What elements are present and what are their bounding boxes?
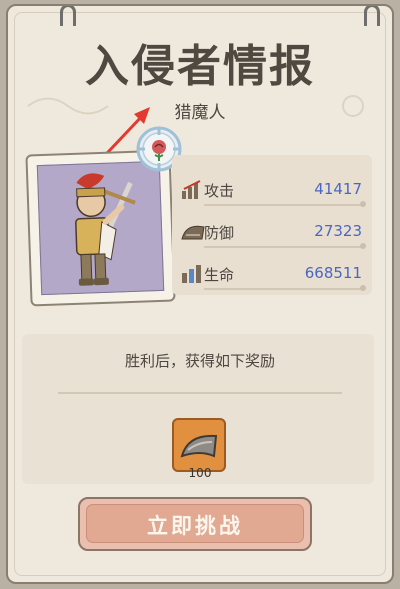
reward-item-tile[interactable] xyxy=(172,418,226,472)
enemy-portrait xyxy=(36,160,165,296)
reward-divider xyxy=(58,392,342,394)
dialog-title: 入侵者情报 xyxy=(85,41,315,92)
challenge-button-label: 立即挑战 xyxy=(147,514,243,538)
armor-piece-icon xyxy=(180,434,218,458)
sword-attack-icon xyxy=(182,180,201,199)
reward-caption: 胜利后，获得如下奖励 xyxy=(124,352,275,370)
heart-health-icon xyxy=(182,265,201,283)
stat-divider xyxy=(204,201,366,207)
stat-row-defense: 防御 27323 xyxy=(172,219,372,251)
armor-defense-icon xyxy=(181,225,205,240)
stat-row-health: 生命 668511 xyxy=(172,261,372,293)
stat-label-attack: 攻击 xyxy=(204,182,235,200)
challenge-now-button[interactable]: 立即挑战 xyxy=(78,497,312,551)
stat-value-defense: 27323 xyxy=(314,222,362,240)
stat-divider xyxy=(204,285,366,291)
stat-value-health: 668511 xyxy=(304,264,362,282)
stat-label-health: 生命 xyxy=(204,266,235,284)
demon-hunter-knight-icon xyxy=(75,173,136,286)
paper-clip-right xyxy=(364,6,380,26)
paper-clip-left xyxy=(60,6,76,26)
stat-row-attack: 攻击 41417 xyxy=(172,177,372,209)
enemy-stats-panel: 攻击 41417 防御 27323 生命 668511 xyxy=(172,155,372,295)
stat-label-defense: 防御 xyxy=(204,224,235,242)
stat-value-attack: 41417 xyxy=(314,180,362,198)
stat-divider xyxy=(204,243,366,249)
enemy-name: 猎魔人 xyxy=(174,103,226,123)
enemy-portrait-card xyxy=(25,149,176,307)
reward-count: 100 xyxy=(188,466,212,480)
